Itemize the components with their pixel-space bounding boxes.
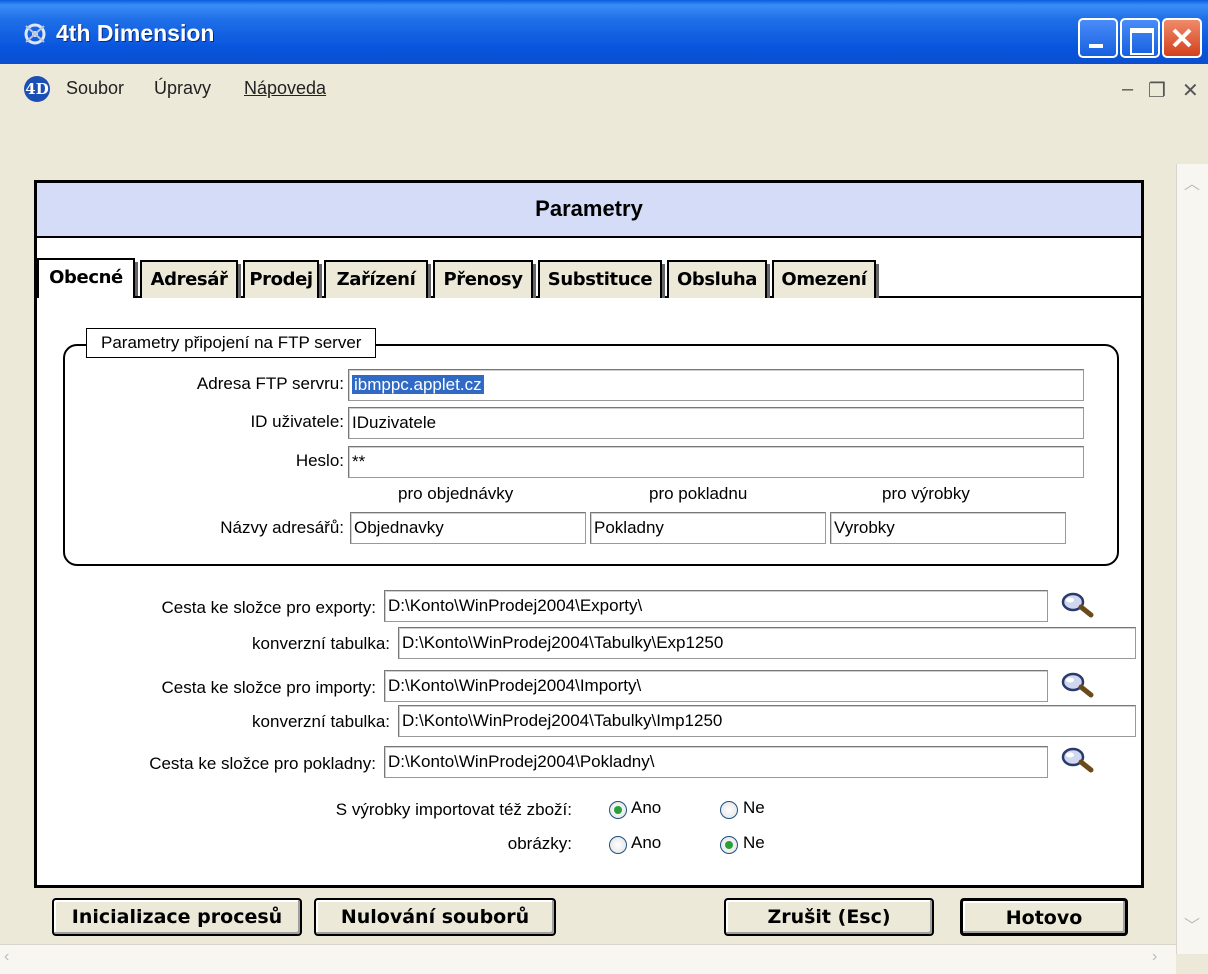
mdi-restore-icon[interactable]: ❐ bbox=[1148, 78, 1166, 103]
dir-register-field[interactable]: Pokladny bbox=[590, 512, 826, 544]
scroll-left-icon[interactable]: ‹ bbox=[4, 948, 9, 966]
images-label: obrázky: bbox=[507, 834, 572, 853]
menu-soubor[interactable]: Soubor bbox=[66, 78, 124, 99]
tab-zarizeni[interactable]: Zařízení bbox=[324, 260, 431, 298]
import-table-label: konverzní tabulka: bbox=[252, 712, 390, 731]
import-goods-label: S výrobky importovat též zboží: bbox=[335, 800, 572, 819]
col-products-label: pro výrobky bbox=[882, 484, 970, 503]
col-orders-label: pro objednávky bbox=[398, 484, 514, 503]
4d-logo-icon[interactable]: 4D bbox=[24, 76, 50, 102]
import-table-field[interactable]: D:\Konto\WinProdej2004\Tabulky\Imp1250 bbox=[398, 705, 1136, 737]
scroll-right-icon[interactable]: › bbox=[1152, 948, 1157, 966]
window-title: 4th Dimension bbox=[56, 20, 215, 46]
goods-no-label[interactable]: Ne bbox=[743, 798, 765, 818]
ftp-group-legend: Parametry připojení na FTP server bbox=[86, 328, 377, 358]
done-button[interactable]: Hotovo bbox=[960, 898, 1128, 936]
tab-obsluha[interactable]: Obsluha bbox=[667, 260, 770, 298]
menu-napoveda[interactable]: Nápoveda bbox=[244, 78, 326, 99]
images-no-radio[interactable] bbox=[720, 836, 738, 854]
images-no-label[interactable]: Ne bbox=[743, 833, 765, 853]
tab-omezeni[interactable]: Omezení bbox=[772, 260, 879, 298]
dir-products-field[interactable]: Vyrobky bbox=[830, 512, 1066, 544]
maximize-button[interactable] bbox=[1120, 18, 1160, 58]
vertical-scrollbar[interactable] bbox=[1176, 164, 1208, 954]
scroll-down-icon[interactable]: ﹀ bbox=[1181, 912, 1203, 935]
scroll-up-icon[interactable]: ︿ bbox=[1181, 170, 1203, 193]
search-icon[interactable] bbox=[1060, 745, 1094, 775]
init-processes-button[interactable]: Inicializace procesů bbox=[52, 898, 302, 936]
mdi-close-icon[interactable]: ✕ bbox=[1182, 78, 1199, 103]
ftp-address-field[interactable]: ibmppc.applet.cz bbox=[348, 369, 1084, 401]
goods-no-radio[interactable] bbox=[720, 801, 738, 819]
search-icon[interactable] bbox=[1060, 590, 1094, 620]
form-title: Parametry bbox=[37, 183, 1141, 238]
col-register-label: pro pokladnu bbox=[649, 484, 748, 503]
goods-yes-label[interactable]: Ano bbox=[631, 798, 661, 818]
import-path-field[interactable]: D:\Konto\WinProdej2004\Importy\ bbox=[384, 670, 1048, 702]
tab-adresar[interactable]: Adresář bbox=[140, 260, 241, 298]
menu-upravy[interactable]: Úpravy bbox=[154, 78, 211, 99]
tab-prenosy[interactable]: Přenosy bbox=[433, 260, 536, 298]
export-path-field[interactable]: D:\Konto\WinProdej2004\Exporty\ bbox=[384, 590, 1048, 622]
close-button[interactable] bbox=[1162, 18, 1202, 58]
images-yes-label[interactable]: Ano bbox=[631, 833, 661, 853]
register-path-field[interactable]: D:\Konto\WinProdej2004\Pokladny\ bbox=[384, 746, 1048, 778]
export-table-field[interactable]: D:\Konto\WinProdej2004\Tabulky\Exp1250 bbox=[398, 627, 1136, 659]
reset-files-button[interactable]: Nulování souborů bbox=[314, 898, 556, 936]
password-label: Heslo: bbox=[295, 451, 344, 470]
tab-substituce[interactable]: Substituce bbox=[538, 260, 665, 298]
close-icon bbox=[1172, 28, 1192, 48]
search-icon[interactable] bbox=[1060, 670, 1094, 700]
dir-names-label: Názvy adresářů: bbox=[220, 518, 344, 537]
export-path-label: Cesta ke složce pro exporty: bbox=[161, 598, 376, 617]
mdi-minimize-icon[interactable]: – bbox=[1122, 78, 1133, 101]
user-id-label: ID uživatele: bbox=[250, 412, 344, 431]
user-id-field[interactable]: IDuzivatele bbox=[348, 407, 1084, 439]
goods-yes-radio[interactable] bbox=[609, 801, 627, 819]
minimize-button[interactable] bbox=[1078, 18, 1118, 58]
export-table-label: konverzní tabulka: bbox=[252, 634, 390, 653]
horizontal-scrollbar[interactable] bbox=[0, 944, 1176, 974]
menu-napoveda-label: Nápoveda bbox=[244, 78, 327, 98]
ftp-address-label: Adresa FTP servru: bbox=[196, 374, 344, 393]
tab-prodej[interactable]: Prodej bbox=[243, 260, 322, 298]
import-path-label: Cesta ke složce pro importy: bbox=[161, 678, 376, 697]
ftp-address-value: ibmppc.applet.cz bbox=[352, 375, 484, 394]
register-path-label: Cesta ke složce pro pokladny: bbox=[149, 754, 376, 773]
tab-obecne[interactable]: Obecné bbox=[37, 258, 138, 298]
images-yes-radio[interactable] bbox=[609, 836, 627, 854]
password-field[interactable]: ** bbox=[348, 446, 1084, 478]
cancel-button[interactable]: Zrušit (Esc) bbox=[724, 898, 934, 936]
dir-orders-field[interactable]: Objednavky bbox=[350, 512, 586, 544]
app-icon bbox=[24, 23, 46, 45]
